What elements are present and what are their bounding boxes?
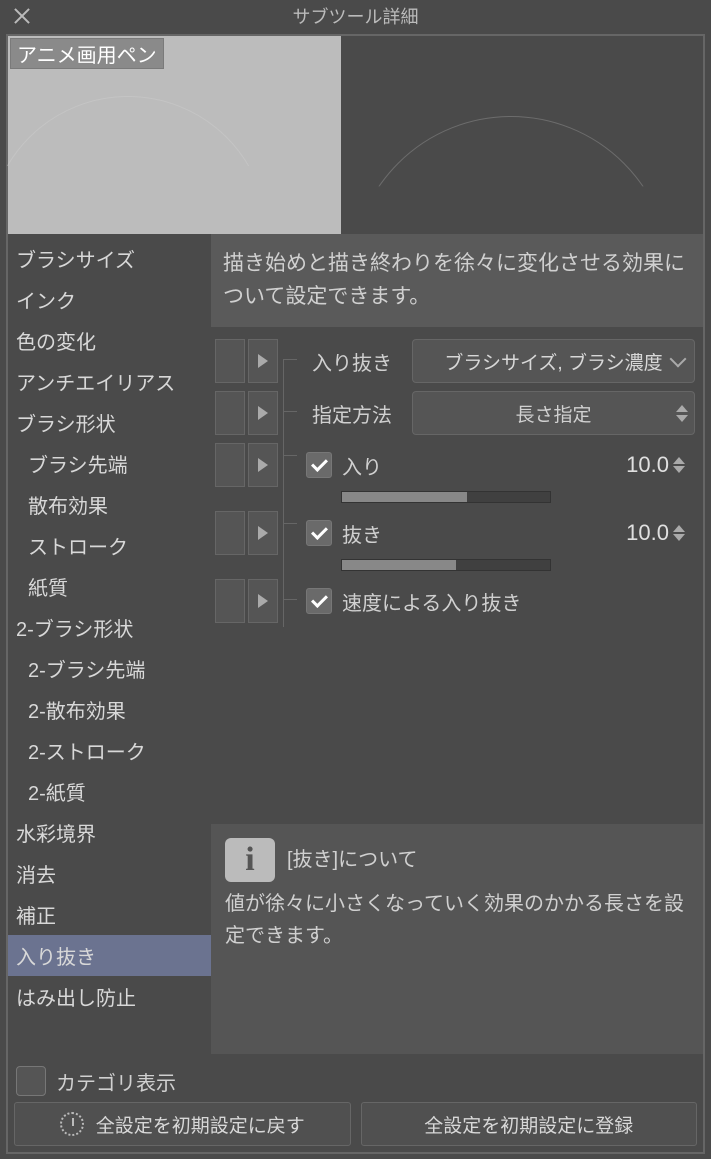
dynamics-button[interactable] [248,443,278,487]
sidebar-item[interactable]: 2-ストローク [8,730,211,771]
nuki-slider[interactable] [341,559,551,571]
sidebar-item[interactable]: 消去 [8,853,211,894]
visibility-toggle[interactable] [215,511,245,555]
dynamics-button[interactable] [248,339,278,383]
info-body: 値が徐々に小さくなっていく効果のかかる長さを設定できます。 [225,888,689,952]
iri-slider[interactable] [341,491,551,503]
info-panel: [抜き]について 値が徐々に小さくなっていく効果のかかる長さを設定できます。 [211,824,703,1054]
button-label: 全設定を初期設定に登録 [424,1111,633,1138]
dynamics-button[interactable] [248,391,278,435]
reset-icon [60,1112,84,1136]
speed-label: 速度による入り抜き [342,587,521,616]
method-label: 指定方法 [312,399,412,428]
visibility-toggle[interactable] [215,443,245,487]
iri-nuki-dropdown[interactable]: ブラシサイズ, ブラシ濃度 [412,339,695,383]
iri-nuki-label: 入り抜き [312,347,412,376]
sidebar-item[interactable]: 2-ブラシ先端 [8,648,211,689]
nuki-value[interactable]: 10.0 [626,520,669,546]
sidebar-item-selected[interactable]: 入り抜き [8,935,211,976]
nuki-stepper[interactable] [673,525,685,541]
sidebar-item[interactable]: 色の変化 [8,320,211,361]
sidebar-item[interactable]: はみ出し防止 [8,976,211,1017]
arrow-down-icon [676,415,688,422]
sidebar-item[interactable]: ブラシ先端 [8,443,211,484]
brush-preview: アニメ画用ペン [8,36,703,234]
sidebar-item[interactable]: 2-紙質 [8,771,211,812]
arrow-up-icon [676,405,688,412]
category-sidebar: ブラシサイズ インク 色の変化 アンチエイリアス ブラシ形状 ブラシ先端 散布効… [8,234,211,1054]
iri-checkbox[interactable] [306,452,332,478]
category-description: 描き始めと描き終わりを徐々に変化させる効果について設定できます。 [211,234,703,327]
register-all-button[interactable]: 全設定を初期設定に登録 [361,1102,698,1146]
info-icon [225,838,275,882]
close-icon[interactable] [12,6,32,26]
info-title: [抜き]について [287,844,418,876]
sidebar-item[interactable]: ストローク [8,525,211,566]
speed-checkbox[interactable] [306,588,332,614]
iri-label: 入り [342,451,382,480]
sidebar-item[interactable]: アンチエイリアス [8,361,211,402]
reset-all-button[interactable]: 全設定を初期設定に戻す [14,1102,351,1146]
sidebar-item[interactable]: ブラシ形状 [8,402,211,443]
visibility-toggle[interactable] [215,391,245,435]
sidebar-item[interactable]: 水彩境界 [8,812,211,853]
dynamics-button[interactable] [248,579,278,623]
nuki-checkbox[interactable] [306,520,332,546]
iri-value[interactable]: 10.0 [626,452,669,478]
visibility-toggle[interactable] [215,579,245,623]
iri-stepper[interactable] [673,457,685,473]
window-title: サブツール詳細 [293,3,419,29]
sidebar-item[interactable]: 2-ブラシ形状 [8,607,211,648]
sidebar-item[interactable]: 2-散布効果 [8,689,211,730]
sidebar-item[interactable]: ブラシサイズ [8,238,211,279]
tool-name-badge: アニメ画用ペン [10,38,164,69]
category-display-label: カテゴリ表示 [56,1067,176,1096]
chevron-down-icon [672,357,684,365]
sidebar-item[interactable]: インク [8,279,211,320]
stepper-value: 長さ指定 [515,400,591,427]
nuki-label: 抜き [342,519,382,548]
sidebar-item[interactable]: 散布効果 [8,484,211,525]
sidebar-item[interactable]: 紙質 [8,566,211,607]
method-stepper[interactable]: 長さ指定 [412,391,695,435]
dynamics-button[interactable] [248,511,278,555]
sidebar-item[interactable]: 補正 [8,894,211,935]
button-label: 全設定を初期設定に戻す [96,1111,305,1138]
visibility-toggle[interactable] [215,339,245,383]
dropdown-value: ブラシサイズ, ブラシ濃度 [444,348,662,375]
category-display-checkbox[interactable] [16,1066,46,1096]
